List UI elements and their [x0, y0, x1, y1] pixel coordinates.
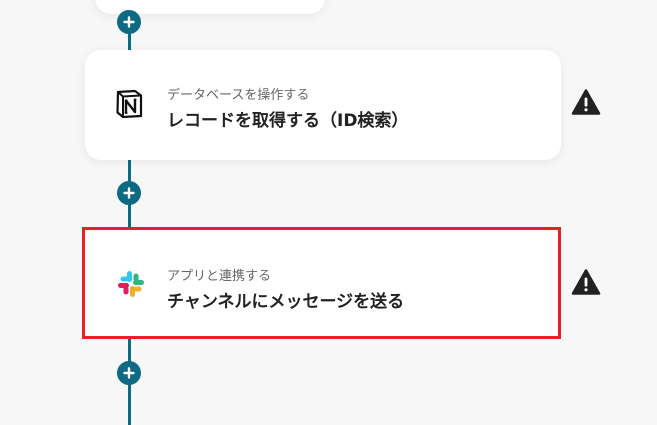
add-step-button[interactable] [117, 181, 141, 205]
step-title: チャンネルにメッセージを送る [167, 292, 405, 312]
flow-step-card-slack[interactable]: アプリと連携する チャンネルにメッセージを送る [82, 227, 561, 339]
step-category-label: アプリと連携する [167, 269, 272, 284]
plus-icon [123, 367, 135, 379]
step-title: レコードを取得する（ID検索） [167, 111, 409, 131]
warning-icon[interactable] [571, 268, 601, 296]
plus-icon [123, 16, 135, 28]
add-step-button[interactable] [117, 10, 141, 34]
notion-icon [116, 89, 143, 119]
slack-icon [118, 271, 144, 297]
warning-icon[interactable] [571, 88, 601, 116]
plus-icon [123, 187, 135, 199]
flow-step-card-notion[interactable]: データベースを操作する レコードを取得する（ID検索） [85, 50, 561, 160]
step-category-label: データベースを操作する [167, 88, 310, 103]
add-step-button[interactable] [117, 361, 141, 385]
